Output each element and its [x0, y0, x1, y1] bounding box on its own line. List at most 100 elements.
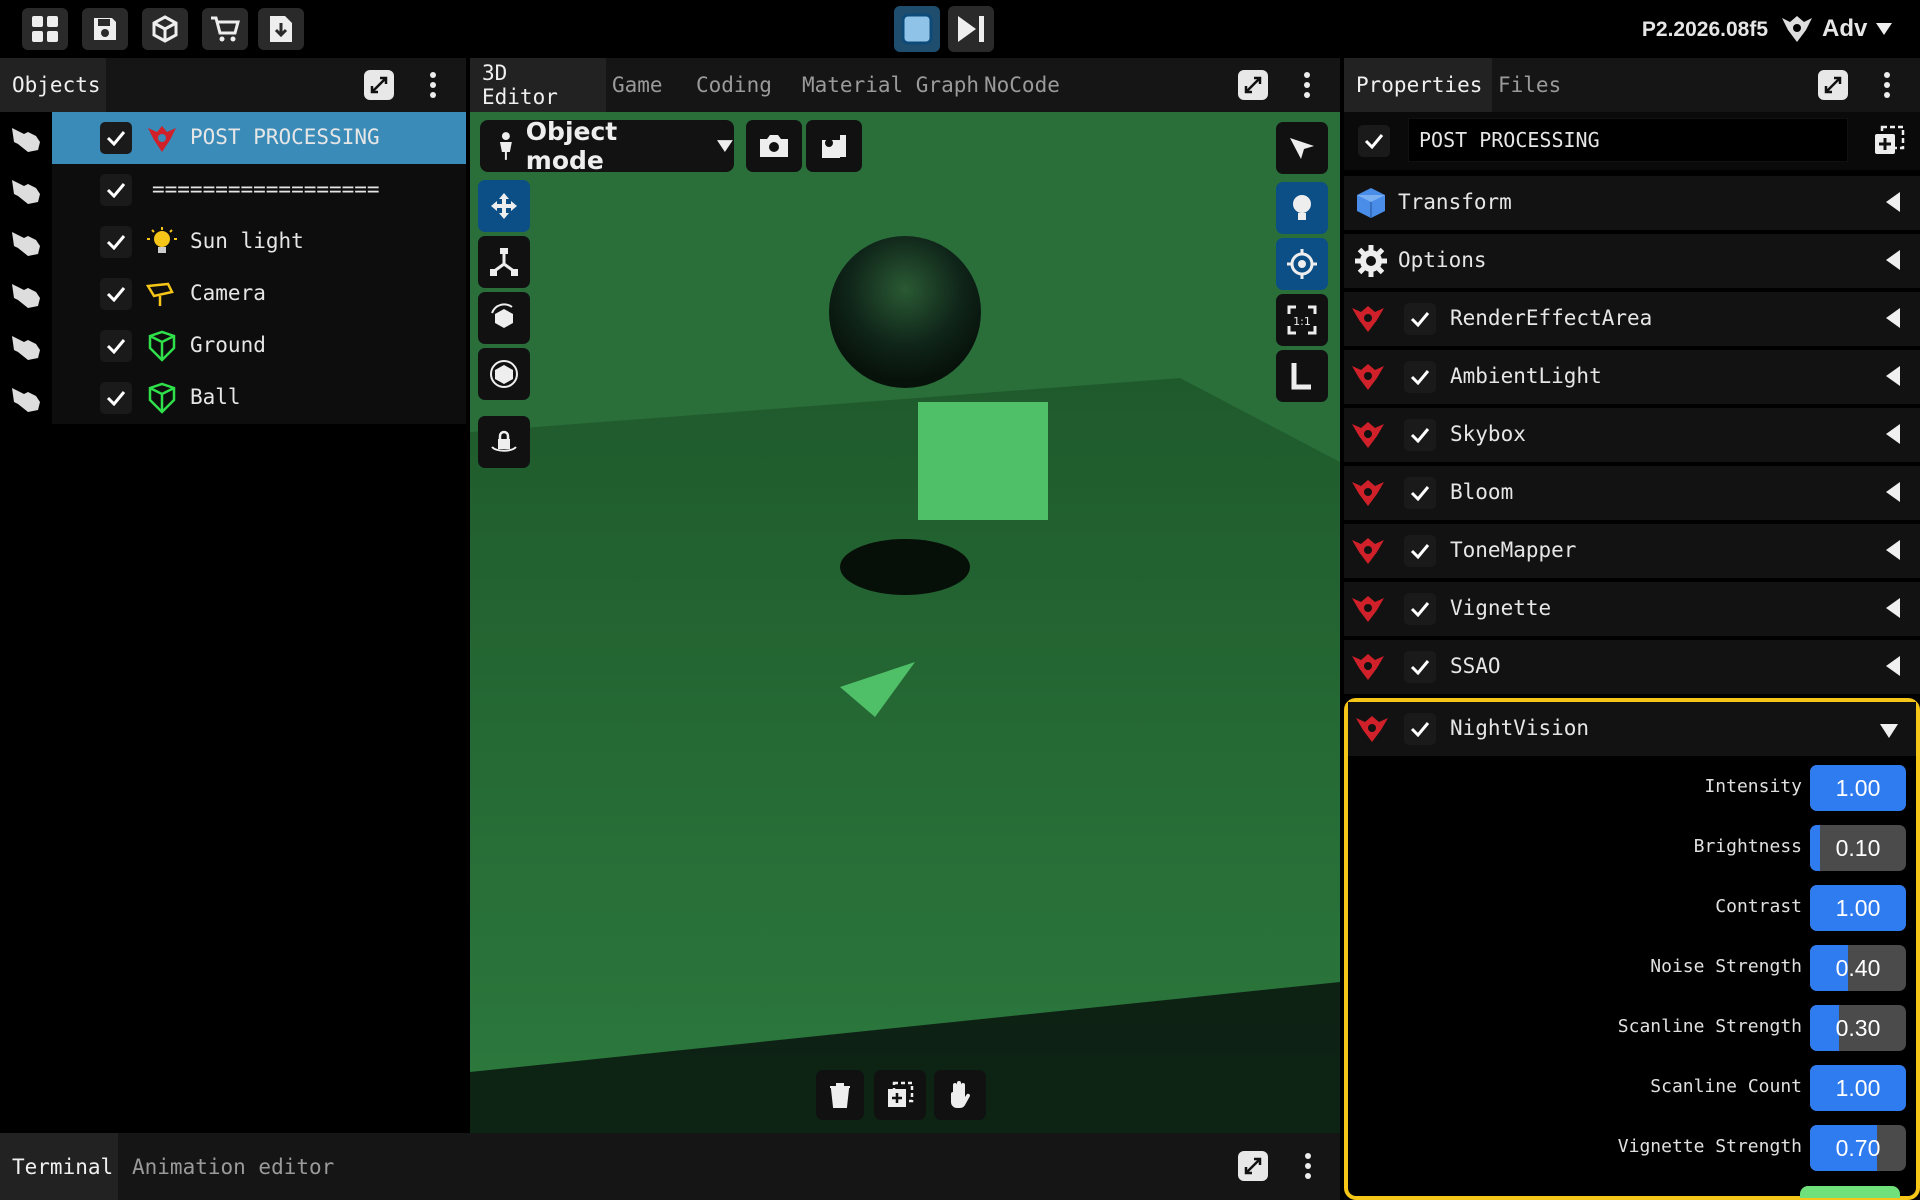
section-options[interactable]: Options: [1344, 234, 1920, 288]
tab-animation-editor[interactable]: Animation editor: [120, 1133, 346, 1200]
collapse-arrow-icon[interactable]: [1886, 366, 1900, 386]
tab-game[interactable]: Game: [600, 58, 675, 112]
object-enabled-checkbox[interactable]: [1358, 125, 1390, 157]
duplicate-button[interactable]: [874, 1070, 926, 1120]
transform-tool-button[interactable]: [478, 348, 530, 400]
export-button[interactable]: [258, 8, 304, 50]
save-button[interactable]: [82, 8, 128, 50]
rotate-tool-button[interactable]: [478, 292, 530, 344]
maximize-button[interactable]: [1238, 70, 1268, 100]
editor-menu-button[interactable]: [1292, 70, 1322, 100]
effect-enabled-checkbox[interactable]: [1404, 477, 1436, 509]
properties-menu-button[interactable]: [1872, 70, 1902, 100]
effect-enabled-checkbox[interactable]: [1404, 713, 1436, 745]
objects-menu-button[interactable]: [418, 70, 448, 100]
expand-arrow-icon[interactable]: [1880, 724, 1898, 738]
maximize-button[interactable]: [1818, 70, 1848, 100]
section-transform[interactable]: Transform: [1344, 176, 1920, 230]
camera-view-button[interactable]: [806, 120, 862, 172]
effect-enabled-checkbox[interactable]: [1404, 535, 1436, 567]
visibility-checkbox[interactable]: [100, 122, 132, 154]
collapse-arrow-icon[interactable]: [1886, 424, 1900, 444]
param-slider[interactable]: 0.40: [1810, 945, 1906, 991]
param-slider[interactable]: 1.00: [1810, 1065, 1906, 1111]
hand-pointer-icon[interactable]: [8, 226, 44, 258]
lock-rotate-button[interactable]: [478, 416, 530, 468]
pan-button[interactable]: [934, 1070, 986, 1120]
effect-enabled-checkbox[interactable]: [1404, 419, 1436, 451]
effect-row-nightvision[interactable]: NightVision: [1348, 702, 1916, 756]
effect-row-ssao[interactable]: SSAO: [1344, 640, 1920, 694]
effect-enabled-checkbox[interactable]: [1404, 593, 1436, 625]
terminal-menu-button[interactable]: [1293, 1151, 1323, 1181]
effect-row-bloom[interactable]: Bloom: [1344, 466, 1920, 520]
param-slider[interactable]: 0.70: [1810, 1125, 1906, 1171]
effect-enabled-checkbox[interactable]: [1404, 651, 1436, 683]
mode-dropdown[interactable]: Adv: [1780, 8, 1920, 50]
tab-coding[interactable]: Coding: [684, 58, 784, 112]
param-slider[interactable]: 1.00: [1810, 765, 1906, 811]
object-row-ground[interactable]: Ground: [0, 320, 466, 372]
hand-pointer-icon[interactable]: [8, 330, 44, 362]
hand-pointer-icon[interactable]: [8, 122, 44, 154]
collapse-arrow-icon[interactable]: [1886, 308, 1900, 328]
store-button[interactable]: [202, 8, 248, 50]
screenshot-button[interactable]: [746, 120, 802, 172]
step-button[interactable]: [948, 6, 994, 52]
collapse-arrow-icon[interactable]: [1886, 192, 1900, 212]
local-space-button[interactable]: [1276, 350, 1328, 402]
object-button[interactable]: [142, 8, 188, 50]
hand-pointer-icon[interactable]: [8, 278, 44, 310]
collapse-arrow-icon[interactable]: [1886, 656, 1900, 676]
tab-3d-editor[interactable]: 3D Editor: [470, 58, 606, 112]
effect-row-vignette[interactable]: Vignette: [1344, 582, 1920, 636]
visibility-checkbox[interactable]: [100, 174, 132, 206]
add-component-button[interactable]: [1872, 124, 1906, 158]
actual-size-button[interactable]: 1:1: [1276, 294, 1328, 346]
tab-material-graph[interactable]: Material Graph: [790, 58, 991, 112]
param-slider[interactable]: 0.30: [1810, 1005, 1906, 1051]
param-slider[interactable]: 1.00: [1810, 885, 1906, 931]
partial-next-control[interactable]: [1800, 1186, 1900, 1198]
collapse-arrow-icon[interactable]: [1886, 250, 1900, 270]
select-tool-button[interactable]: [1276, 122, 1328, 174]
tab-terminal[interactable]: Terminal: [0, 1133, 118, 1200]
effect-enabled-checkbox[interactable]: [1404, 361, 1436, 393]
move-tool-button[interactable]: [478, 180, 530, 232]
collapse-arrow-icon[interactable]: [1886, 540, 1900, 560]
effect-row-tonemapper[interactable]: ToneMapper: [1344, 524, 1920, 578]
focus-target-button[interactable]: [1276, 238, 1328, 290]
visibility-checkbox[interactable]: [100, 226, 132, 258]
effect-enabled-checkbox[interactable]: [1404, 303, 1436, 335]
stop-button[interactable]: [894, 6, 940, 52]
tab-objects[interactable]: Objects: [0, 58, 106, 112]
tab-files[interactable]: Files: [1486, 58, 1573, 112]
object-row-camera[interactable]: Camera: [0, 268, 466, 320]
object-row-sun-light[interactable]: Sun light: [0, 216, 466, 268]
maximize-button[interactable]: [1238, 1151, 1268, 1181]
object-row-post-processing[interactable]: POST PROCESSING: [0, 112, 466, 164]
hand-pointer-icon[interactable]: [8, 174, 44, 206]
hand-pointer-icon[interactable]: [8, 382, 44, 414]
collapse-arrow-icon[interactable]: [1886, 598, 1900, 618]
tab-properties[interactable]: Properties: [1344, 58, 1492, 112]
collapse-arrow-icon[interactable]: [1886, 482, 1900, 502]
maximize-button[interactable]: [364, 70, 394, 100]
tab-nocode[interactable]: NoCode: [972, 58, 1072, 112]
effect-row-rendereffectarea[interactable]: RenderEffectArea: [1344, 292, 1920, 346]
object-mode-dropdown[interactable]: Object mode: [480, 117, 734, 175]
visibility-checkbox[interactable]: [100, 330, 132, 362]
visibility-checkbox[interactable]: [100, 382, 132, 414]
param-slider[interactable]: 0.10: [1810, 825, 1906, 871]
object-row-separator[interactable]: ==================: [0, 164, 466, 216]
lighting-toggle-button[interactable]: [1276, 182, 1328, 234]
delete-button[interactable]: [816, 1070, 864, 1120]
object-row-ball[interactable]: Ball: [0, 372, 466, 424]
visibility-checkbox[interactable]: [100, 278, 132, 310]
effect-row-ambientlight[interactable]: AmbientLight: [1344, 350, 1920, 404]
scale-tool-button[interactable]: [478, 236, 530, 288]
effect-row-skybox[interactable]: Skybox: [1344, 408, 1920, 462]
object-name-input[interactable]: [1408, 118, 1848, 162]
grid-button[interactable]: [22, 8, 68, 50]
3d-viewport[interactable]: Object mode 1:1: [470, 112, 1340, 1133]
